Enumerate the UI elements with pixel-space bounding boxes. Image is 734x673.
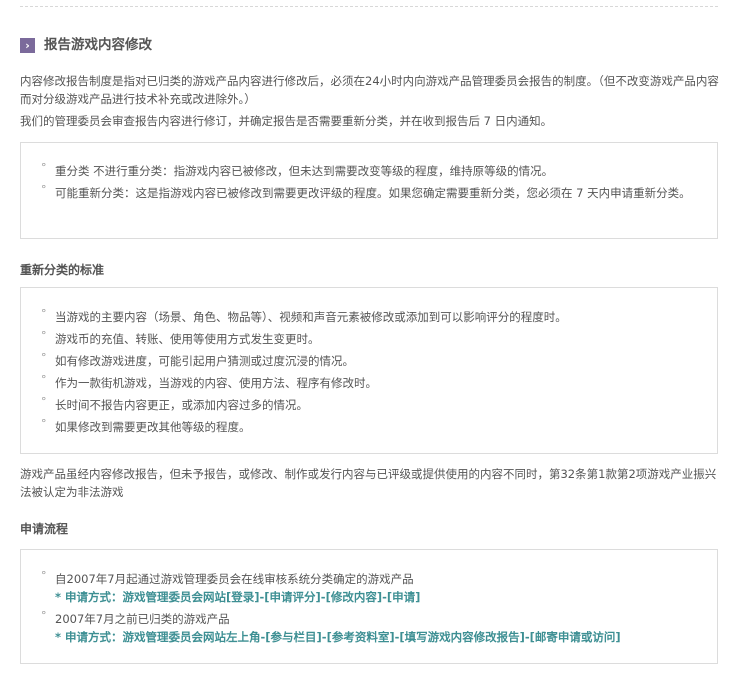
intro-paragraph-1: 内容修改报告制度是指对已归类的游戏产品内容进行修改后，必须在24小时内向游戏产品… xyxy=(20,74,719,106)
chevron-right-icon: › xyxy=(20,37,35,53)
section-title: 报告游戏内容修改 xyxy=(44,37,152,53)
process-item-text: 2007年7月之前已归类的游戏产品 xyxy=(55,612,230,626)
section-header: › 报告游戏内容修改 xyxy=(20,36,152,54)
intro: 内容修改报告制度是指对已归类的游戏产品内容进行修改后，必须在24小时内向游戏产品… xyxy=(20,72,720,130)
apply-method: * 申请方式：游戏管理委员会网站[登录]-[申请评分]-[修改内容]-[申请] xyxy=(55,590,421,604)
list-item: 当游戏的主要内容（场景、角色、物品等）、视频和声音元素被修改或添加到可以影响评分… xyxy=(21,305,717,326)
list-item: 如有修改游戏进度，可能引起用户猜测或过度沉浸的情况。 xyxy=(21,349,717,370)
list-item: 作为一款街机游戏，当游戏的内容、使用方法、程序有修改时。 xyxy=(21,371,717,392)
process-item: 2007年7月之前已归类的游戏产品 * 申请方式：游戏管理委员会网站左上角-[参… xyxy=(21,607,717,646)
process-heading: 申请流程 xyxy=(20,522,69,536)
process-item-text: 自2007年7月起通过游戏管理委员会在线审核系统分类确定的游戏产品 xyxy=(55,572,414,586)
process-item: 自2007年7月起通过游戏管理委员会在线审核系统分类确定的游戏产品 * 申请方式… xyxy=(21,567,717,606)
list-item: 长时间不报告内容更正，或添加内容过多的情况。 xyxy=(21,393,717,414)
top-divider xyxy=(20,6,718,7)
list-item: 重分类 不进行重分类：指游戏内容已被修改，但未达到需要改变等级的程度，维持原等级… xyxy=(21,159,717,180)
intro-paragraph-2: 我们的管理委员会审查报告内容进行修订，并确定报告是否需要重新分类，并在收到报告后… xyxy=(20,114,553,128)
apply-method: * 申请方式：游戏管理委员会网站左上角-[参与栏目]-[参考资料室]-[填写游戏… xyxy=(55,630,621,644)
page: › 报告游戏内容修改 内容修改报告制度是指对已归类的游戏产品内容进行修改后，必须… xyxy=(0,0,734,673)
process-box: 自2007年7月起通过游戏管理委员会在线审核系统分类确定的游戏产品 * 申请方式… xyxy=(20,549,718,664)
list-item: 如果修改到需要更改其他等级的程度。 xyxy=(21,415,717,436)
legal-note: 游戏产品虽经内容修改报告，但未予报告，或修改、制作或发行内容与已评级或提供使用的… xyxy=(20,467,717,499)
criteria-box: 当游戏的主要内容（场景、角色、物品等）、视频和声音元素被修改或添加到可以影响评分… xyxy=(20,287,718,454)
list-item: 游戏币的充值、转账、使用等使用方式发生变更时。 xyxy=(21,327,717,348)
list-item: 可能重新分类：这是指游戏内容已被修改到需要更改评级的程度。如果您确定需要重新分类… xyxy=(21,181,717,202)
classification-box: 重分类 不进行重分类：指游戏内容已被修改，但未达到需要改变等级的程度，维持原等级… xyxy=(20,142,718,239)
criteria-heading: 重新分类的标准 xyxy=(20,263,105,277)
